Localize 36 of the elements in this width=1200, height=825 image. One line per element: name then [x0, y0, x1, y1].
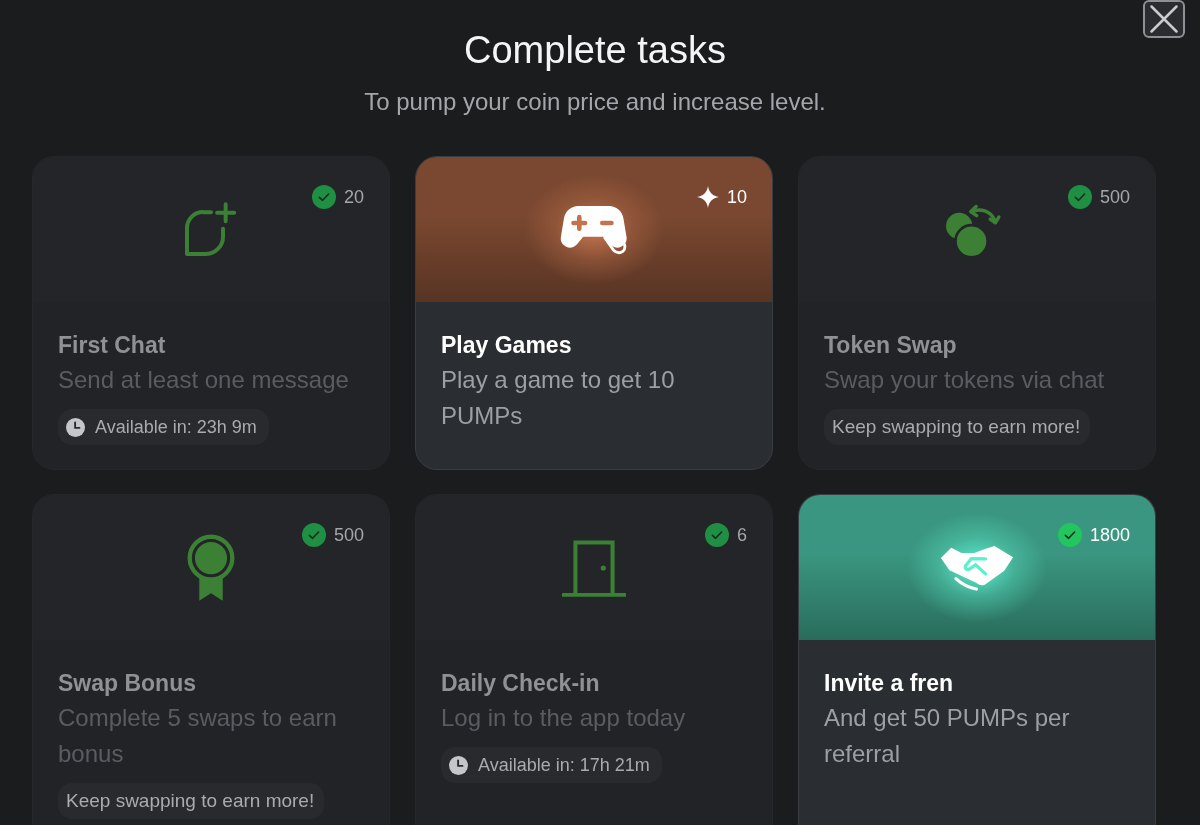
- availability-text: Available in: 23h 9m: [95, 415, 257, 439]
- task-title: First Chat: [58, 331, 167, 360]
- task-description: And get 50 PUMPs per referral: [824, 703, 1071, 769]
- task-description: Send at least one message: [58, 365, 350, 395]
- task-title: Daily Check-in: [441, 669, 601, 698]
- task-card[interactable]: 6 Daily Check-in Log in to the app today Available in: 17h 21m: [415, 494, 773, 825]
- task-description: Log in to the app today: [441, 703, 687, 733]
- close-icon: [1149, 4, 1179, 34]
- task-description: Complete 5 swaps to earn bonus: [58, 703, 338, 769]
- reward-amount: 10: [726, 186, 747, 209]
- task-description: Play a game to get 10 PUMPs: [441, 365, 676, 431]
- reward-amount: 6: [737, 524, 747, 547]
- task-description: Swap your tokens via chat: [824, 365, 1106, 395]
- reward-amount: 500: [1099, 186, 1130, 209]
- task-card[interactable]: 500 Token Swap Swap your tokens via chat Keep swapping to earn more!: [798, 156, 1156, 470]
- reward-amount: 20: [343, 186, 364, 209]
- task-card[interactable]: 10 Play Games Play a game to get 10 PUMPs: [415, 156, 773, 470]
- reward-amount: 1800: [1089, 524, 1130, 547]
- close-button[interactable]: [1143, 0, 1185, 38]
- task-title: Play Games: [441, 331, 573, 360]
- hint-label: Keep swapping to earn more!: [58, 783, 325, 819]
- task-title: Invite a fren: [824, 669, 955, 698]
- task-card[interactable]: 1800 Invite a fren And get 50 PUMPs per referral: [798, 494, 1156, 825]
- reward-amount: 500: [333, 524, 364, 547]
- hint-label: Keep swapping to earn more!: [824, 409, 1091, 445]
- clock-icon: [449, 755, 468, 775]
- task-card[interactable]: 500 Swap Bonus Complete 5 swaps to earn bonus Keep swapping to earn more!: [32, 494, 390, 825]
- availability-text: Available in: 17h 21m: [478, 753, 650, 777]
- dialog-subtitle: To pump your coin price and increase level.: [363, 87, 827, 117]
- task-card[interactable]: 20 First Chat Send at least one message Available in: 23h 9m: [32, 156, 390, 470]
- clock-icon: [66, 417, 85, 437]
- gamepad-icon: [560, 203, 628, 256]
- handshake-icon: [940, 543, 1014, 592]
- task-title: Token Swap: [824, 331, 958, 360]
- task-title: Swap Bonus: [58, 669, 197, 698]
- dialog-title: Complete tasks: [463, 28, 727, 73]
